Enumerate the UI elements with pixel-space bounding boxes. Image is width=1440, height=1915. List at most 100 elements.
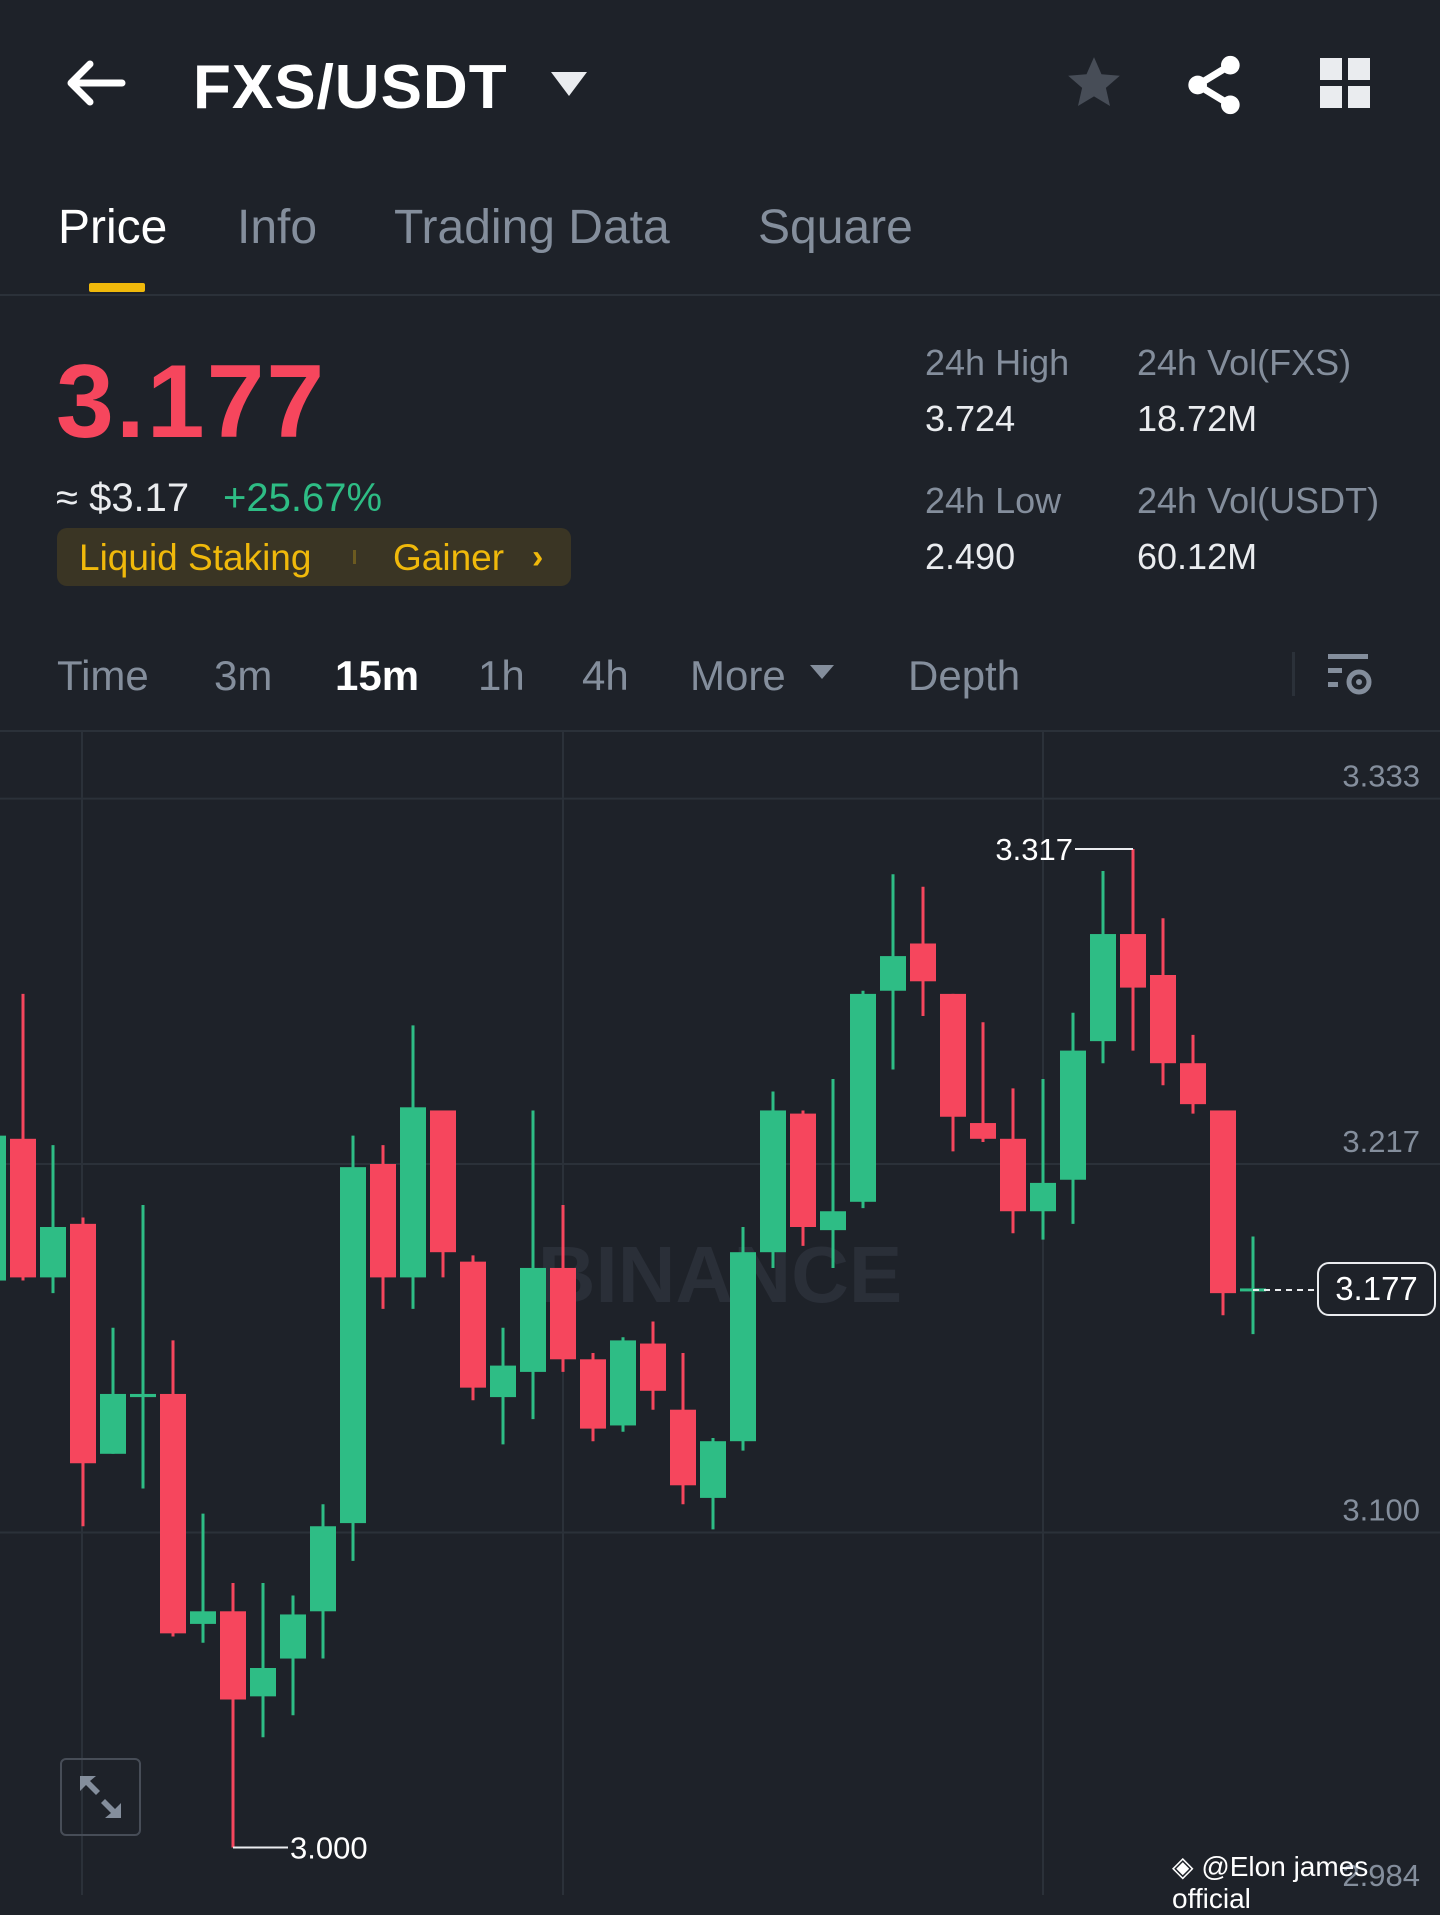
share-button[interactable] <box>1186 54 1242 121</box>
candle <box>880 874 906 1070</box>
chart-settings-icon <box>1328 654 1372 695</box>
fiat-price: ≈ $3.17 <box>56 476 190 520</box>
candle-body <box>340 1167 366 1524</box>
candle <box>220 1582 246 1848</box>
candle-body <box>760 1110 786 1253</box>
candle-body <box>580 1359 606 1429</box>
candle-body <box>370 1164 396 1278</box>
candle <box>1000 1088 1026 1234</box>
candle <box>1180 1034 1206 1114</box>
candle-body <box>610 1340 636 1426</box>
tags-pill[interactable]: Liquid Staking Gainer › <box>57 528 571 586</box>
more-dropdown-icon[interactable] <box>810 665 834 679</box>
y-tick-label: 3.333 <box>1342 759 1420 794</box>
candle-body <box>520 1267 546 1372</box>
high-value: 3.724 <box>925 398 1016 439</box>
back-button[interactable] <box>64 58 126 108</box>
tag-separator <box>353 550 356 564</box>
candle-body <box>1210 1110 1236 1294</box>
candle-body <box>430 1110 456 1253</box>
candle-body <box>160 1393 186 1634</box>
candle <box>790 1110 816 1246</box>
candle <box>70 1217 96 1527</box>
candle <box>670 1353 696 1505</box>
candle <box>1030 1078 1056 1240</box>
tf-more[interactable]: More <box>690 652 786 700</box>
favorite-button[interactable] <box>1063 52 1125 119</box>
tf-3m[interactable]: 3m <box>214 652 272 700</box>
candlestick-chart[interactable]: BINANCE 3.3333.2173.1002.984 3.3173.000 <box>0 732 1440 1895</box>
candle <box>1090 871 1116 1064</box>
tf-4h[interactable]: 4h <box>582 652 629 700</box>
candle-body <box>400 1107 426 1278</box>
candle <box>40 1145 66 1294</box>
candle-body <box>1180 1063 1206 1105</box>
candle <box>10 993 36 1281</box>
candle-body <box>0 1135 6 1281</box>
tf-time[interactable]: Time <box>57 652 149 700</box>
candle-body <box>220 1611 246 1700</box>
candle-body <box>130 1393 156 1398</box>
last-price: 3.177 <box>56 344 327 460</box>
tf-depth[interactable]: Depth <box>908 652 1020 700</box>
candle-body <box>850 993 876 1202</box>
candle-body <box>1120 934 1146 988</box>
tab-price[interactable]: Price <box>58 200 167 255</box>
vol-base-label: 24h Vol(FXS) <box>1137 342 1352 383</box>
candle-body <box>460 1261 486 1388</box>
grid-icon <box>1320 58 1370 108</box>
candle-body <box>100 1393 126 1454</box>
price-axis: 3.3333.2173.1002.984 <box>1342 759 1420 1893</box>
chevron-right-icon: › <box>532 538 544 576</box>
high-label: 24h High <box>925 342 1070 383</box>
candle-body <box>310 1526 336 1612</box>
fullscreen-button[interactable] <box>60 1758 141 1836</box>
candle <box>130 1204 156 1489</box>
candle <box>910 886 936 1016</box>
tab-info[interactable]: Info <box>237 200 317 255</box>
candle <box>400 1025 426 1309</box>
candle <box>430 1110 456 1278</box>
candle <box>970 1022 996 1142</box>
candle-body <box>490 1365 516 1398</box>
candle-body <box>1000 1138 1026 1212</box>
tabs-divider <box>0 294 1440 296</box>
candle-body <box>640 1343 666 1391</box>
candle-body <box>70 1223 96 1464</box>
expand-icon <box>80 1776 121 1818</box>
candle <box>100 1327 126 1454</box>
pair-title[interactable]: FXS/USDT <box>193 52 508 123</box>
more-menu-button[interactable] <box>1320 58 1372 115</box>
tab-square[interactable]: Square <box>758 200 913 255</box>
candle <box>250 1582 276 1738</box>
max-price-label: 3.317 <box>995 832 1073 867</box>
candle <box>1120 849 1146 1051</box>
tag-gainer[interactable]: Gainer <box>393 537 504 579</box>
candle-body <box>1150 975 1176 1064</box>
pair-dropdown-icon[interactable] <box>551 72 587 96</box>
candle <box>310 1504 336 1659</box>
active-tab-indicator <box>89 283 145 292</box>
candle-body <box>820 1211 846 1231</box>
candle <box>160 1340 186 1637</box>
candle <box>460 1255 486 1401</box>
binance-logo-icon: ◈ <box>1172 1851 1194 1882</box>
tf-1h[interactable]: 1h <box>478 652 525 700</box>
vol-quote-label: 24h Vol(USDT) <box>1137 480 1380 521</box>
vol-base-value: 18.72M <box>1137 398 1258 439</box>
candle-body <box>250 1668 276 1697</box>
candle <box>850 990 876 1209</box>
current-price-label[interactable]: 3.177 <box>1317 1262 1436 1316</box>
candle-body <box>730 1252 756 1442</box>
arrow-left-icon <box>67 60 126 106</box>
candles <box>0 849 1266 1848</box>
tf-15m[interactable]: 15m <box>335 652 419 700</box>
candle <box>610 1337 636 1432</box>
star-icon <box>1068 57 1120 106</box>
chart-settings-button[interactable] <box>1326 650 1374 703</box>
tab-trading-data[interactable]: Trading Data <box>394 200 670 255</box>
binance-watermark: BINANCE <box>538 1230 902 1319</box>
watermark-handle: @Elon james official <box>1172 1851 1369 1914</box>
candle-body <box>10 1138 36 1278</box>
tag-liquid-staking[interactable]: Liquid Staking <box>79 537 311 579</box>
